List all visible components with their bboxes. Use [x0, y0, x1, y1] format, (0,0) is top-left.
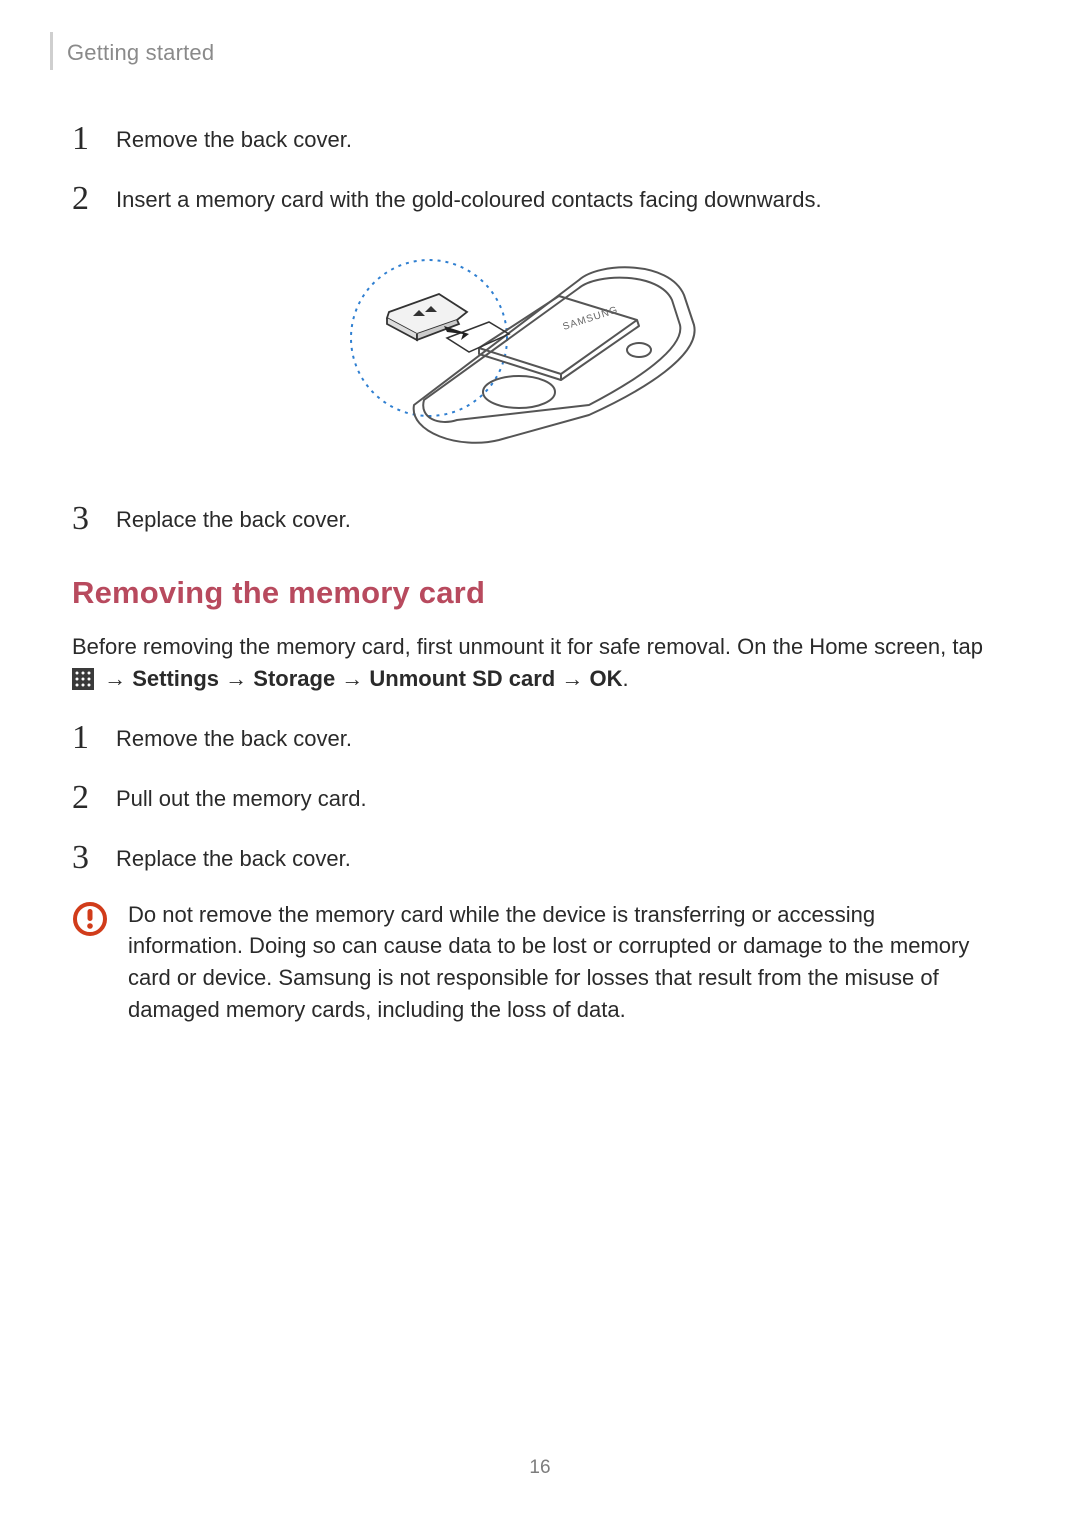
path-ok: OK [589, 666, 622, 691]
page-number: 16 [0, 1457, 1080, 1479]
step-number: 1 [72, 721, 98, 755]
page-header: Getting started [50, 40, 1008, 70]
path-storage: Storage [253, 666, 335, 691]
step-number: 1 [72, 122, 98, 156]
step-text: Remove the back cover. [116, 724, 352, 755]
step-number: 3 [72, 841, 98, 875]
arrow: → [98, 666, 132, 691]
step-text: Replace the back cover. [116, 505, 351, 536]
section-label: Getting started [67, 40, 214, 66]
remove-step-2: 2 Pull out the memory card. [72, 779, 1008, 815]
step-text: Insert a memory card with the gold-colou… [116, 185, 822, 216]
step-text: Pull out the memory card. [116, 784, 367, 815]
svg-text:SAMSUNG: SAMSUNG [562, 304, 620, 332]
step-text: Replace the back cover. [116, 844, 351, 875]
step-number: 2 [72, 781, 98, 815]
arrow: → [219, 666, 253, 691]
apps-grid-icon [72, 667, 94, 689]
insert-step-3: 3 Replace the back cover. [72, 500, 1008, 536]
path-unmount: Unmount SD card [369, 666, 555, 691]
path-settings: Settings [132, 666, 219, 691]
removing-card-heading: Removing the memory card [72, 575, 1008, 611]
arrow: → [335, 666, 369, 691]
remove-intro-paragraph: Before removing the memory card, first u… [72, 631, 1008, 695]
insert-step-2: 2 Insert a memory card with the gold-col… [72, 180, 1008, 216]
caution-text: Do not remove the memory card while the … [128, 899, 986, 1027]
caution-block: Do not remove the memory card while the … [72, 899, 986, 1027]
caution-icon [72, 901, 108, 937]
step-text: Remove the back cover. [116, 125, 352, 156]
period: . [622, 666, 628, 691]
insert-card-diagram: SAMSUNG [50, 240, 1008, 470]
arrow: → [555, 666, 589, 691]
step-number: 2 [72, 182, 98, 216]
page-container: Getting started 1 Remove the back cover.… [0, 0, 1080, 1527]
remove-step-1: 1 Remove the back cover. [72, 719, 1008, 755]
step-number: 3 [72, 502, 98, 536]
remove-step-3: 3 Replace the back cover. [72, 839, 1008, 875]
header-accent [50, 32, 53, 70]
remove-intro-prefix: Before removing the memory card, first u… [72, 634, 983, 659]
insert-step-1: 1 Remove the back cover. [72, 120, 1008, 156]
